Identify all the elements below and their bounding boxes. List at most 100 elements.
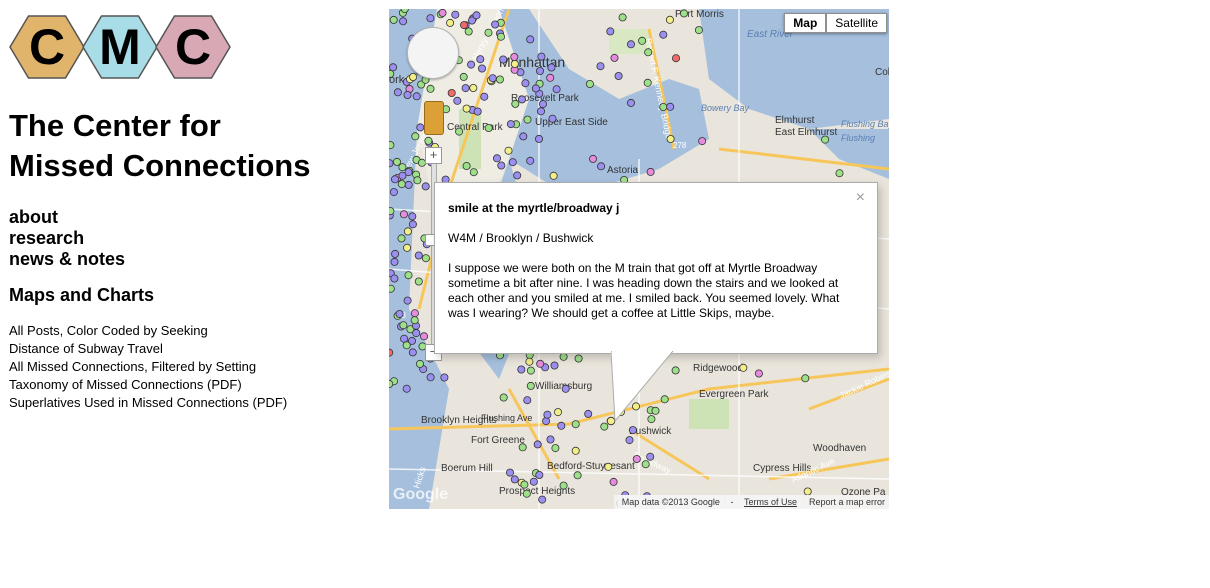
post-marker[interactable]	[604, 462, 613, 471]
post-marker[interactable]	[543, 410, 552, 419]
post-marker[interactable]	[550, 361, 559, 370]
map-type-satellite-button[interactable]: Satellite	[826, 13, 887, 33]
post-marker[interactable]	[412, 92, 421, 101]
post-marker[interactable]	[609, 477, 618, 486]
link-taxonomy-pdf[interactable]: Taxonomy of Missed Connections (PDF)	[9, 376, 287, 394]
post-marker[interactable]	[398, 163, 407, 172]
zoom-in-button[interactable]: +	[425, 147, 442, 164]
post-marker[interactable]	[389, 188, 398, 197]
post-marker[interactable]	[546, 73, 555, 82]
post-marker[interactable]	[412, 329, 421, 338]
link-superlatives-pdf[interactable]: Superlatives Used in Missed Connections …	[9, 394, 287, 412]
post-marker[interactable]	[625, 436, 634, 445]
map-canvas[interactable]: Manhattan Port Morris East River Rooseve…	[389, 9, 889, 509]
post-marker[interactable]	[526, 35, 535, 44]
post-marker[interactable]	[538, 100, 547, 109]
post-marker[interactable]	[416, 123, 425, 132]
post-marker[interactable]	[520, 480, 529, 489]
post-marker[interactable]	[584, 409, 593, 418]
post-marker[interactable]	[518, 443, 527, 452]
post-marker[interactable]	[408, 220, 417, 229]
pan-control[interactable]	[407, 27, 459, 79]
post-marker[interactable]	[666, 135, 675, 144]
post-marker[interactable]	[557, 421, 566, 430]
post-marker[interactable]	[419, 332, 428, 341]
post-marker[interactable]	[455, 127, 464, 136]
post-marker[interactable]	[403, 296, 412, 305]
post-marker[interactable]	[460, 21, 469, 30]
post-marker[interactable]	[646, 167, 655, 176]
post-marker[interactable]	[415, 359, 424, 368]
post-marker[interactable]	[523, 396, 532, 405]
post-marker[interactable]	[610, 53, 619, 62]
post-marker[interactable]	[659, 30, 668, 39]
post-marker[interactable]	[523, 115, 532, 124]
post-marker[interactable]	[614, 72, 623, 81]
post-marker[interactable]	[522, 489, 531, 498]
post-marker[interactable]	[646, 452, 655, 461]
post-marker[interactable]	[459, 72, 468, 81]
post-marker[interactable]	[488, 74, 497, 83]
post-marker[interactable]	[698, 137, 707, 146]
post-marker[interactable]	[469, 84, 478, 93]
post-marker[interactable]	[739, 363, 748, 372]
post-marker[interactable]	[517, 365, 526, 374]
post-marker[interactable]	[393, 157, 401, 166]
post-marker[interactable]	[409, 73, 418, 82]
post-marker[interactable]	[404, 168, 413, 177]
post-marker[interactable]	[571, 420, 580, 429]
post-marker[interactable]	[410, 316, 419, 325]
post-marker[interactable]	[469, 168, 478, 177]
post-marker[interactable]	[573, 471, 582, 480]
post-marker[interactable]	[618, 13, 627, 22]
post-marker[interactable]	[628, 426, 637, 435]
post-marker[interactable]	[395, 309, 404, 318]
post-marker[interactable]	[400, 9, 409, 13]
post-marker[interactable]	[546, 435, 555, 444]
post-marker[interactable]	[526, 381, 535, 390]
post-marker[interactable]	[426, 14, 435, 23]
post-marker[interactable]	[413, 176, 422, 185]
post-marker[interactable]	[473, 107, 482, 116]
map-type-map-button[interactable]: Map	[784, 13, 827, 33]
post-marker[interactable]	[390, 257, 399, 266]
post-marker[interactable]	[508, 158, 517, 167]
post-marker[interactable]	[531, 84, 540, 93]
post-marker[interactable]	[414, 277, 423, 286]
post-marker[interactable]	[644, 48, 653, 57]
post-marker[interactable]	[525, 357, 534, 366]
post-marker[interactable]	[626, 40, 635, 49]
post-marker[interactable]	[542, 417, 551, 426]
post-marker[interactable]	[424, 136, 433, 145]
post-marker[interactable]	[399, 17, 408, 26]
post-marker[interactable]	[588, 154, 597, 163]
post-marker[interactable]	[513, 171, 522, 180]
post-marker[interactable]	[472, 11, 481, 20]
post-marker[interactable]	[821, 135, 830, 144]
link-filtered-setting[interactable]: All Missed Connections, Filtered by Sett…	[9, 358, 287, 376]
post-marker[interactable]	[389, 207, 395, 216]
post-marker[interactable]	[632, 454, 641, 463]
post-marker[interactable]	[408, 212, 417, 221]
nav-news-link[interactable]: news & notes	[9, 249, 125, 270]
post-marker[interactable]	[389, 284, 395, 293]
post-marker[interactable]	[499, 393, 508, 402]
post-marker[interactable]	[559, 352, 568, 361]
post-marker[interactable]	[402, 341, 411, 350]
post-marker[interactable]	[526, 366, 535, 375]
post-marker[interactable]	[549, 171, 558, 180]
post-marker[interactable]	[389, 380, 394, 388]
post-marker[interactable]	[547, 63, 556, 72]
post-marker[interactable]	[411, 132, 420, 141]
post-marker[interactable]	[638, 36, 647, 45]
post-marker[interactable]	[399, 321, 408, 330]
post-marker[interactable]	[446, 18, 455, 27]
post-marker[interactable]	[391, 175, 399, 184]
report-map-error-link[interactable]: Report a map error	[804, 495, 889, 509]
post-marker[interactable]	[491, 20, 500, 29]
post-marker[interactable]	[511, 99, 520, 108]
post-marker[interactable]	[440, 373, 449, 382]
post-marker[interactable]	[493, 154, 502, 163]
post-marker[interactable]	[421, 254, 430, 263]
post-marker[interactable]	[480, 92, 489, 101]
